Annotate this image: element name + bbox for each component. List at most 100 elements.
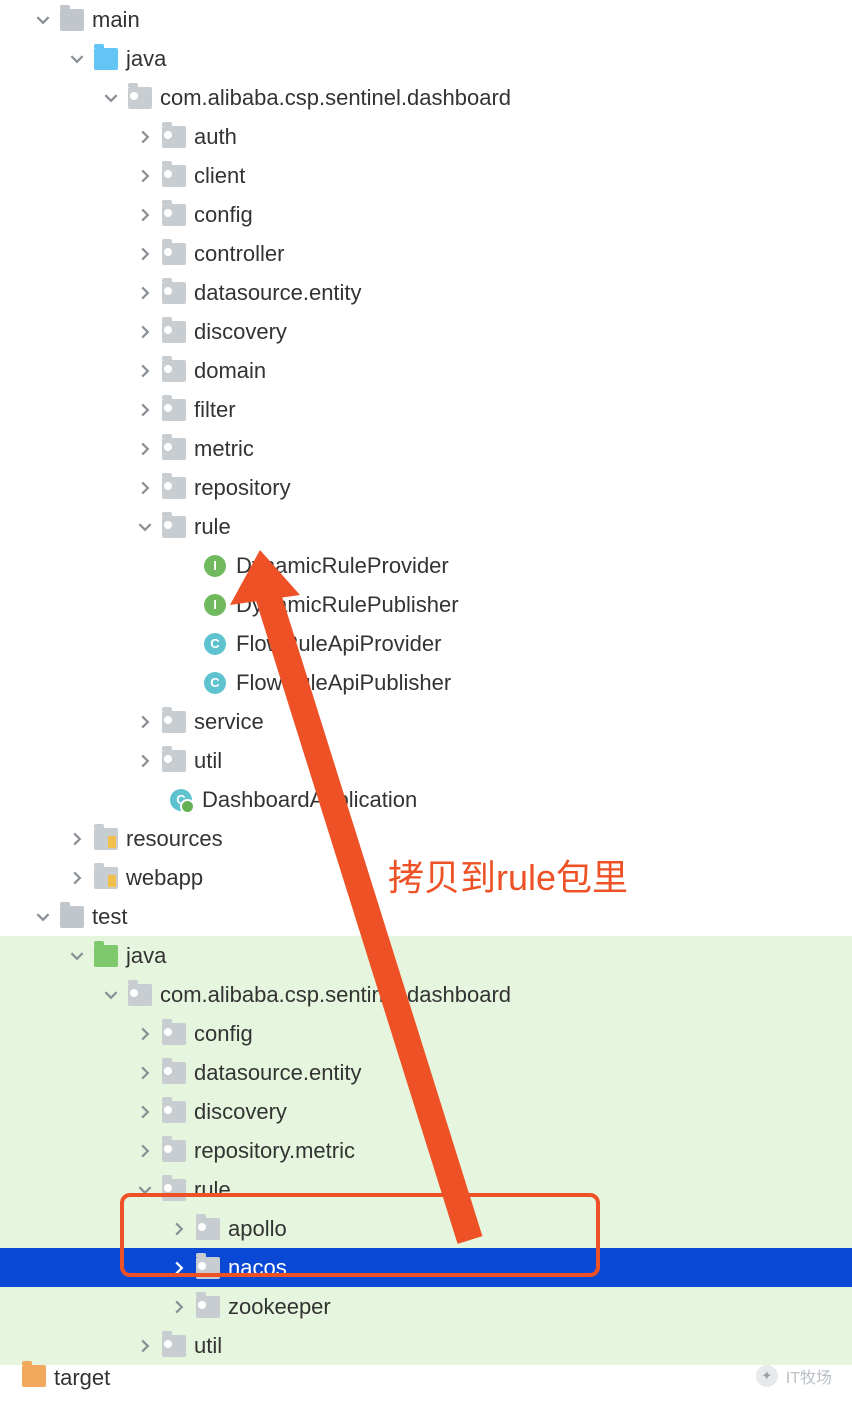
tree-label: FlowRuleApiPublisher: [236, 670, 451, 696]
chevron-right-icon: [68, 869, 86, 887]
tree-item-test-config[interactable]: config: [0, 1014, 852, 1053]
tree-item-test[interactable]: test: [0, 897, 852, 936]
tree-label: com.alibaba.csp.sentinel.dashboard: [160, 85, 511, 111]
chevron-down-icon: [34, 908, 52, 926]
tree-label: filter: [194, 397, 236, 423]
tree-label: domain: [194, 358, 266, 384]
target-folder-icon: [22, 1365, 46, 1387]
tree-item-test-dashboard[interactable]: com.alibaba.csp.sentinel.dashboard: [0, 975, 852, 1014]
tree-label: DynamicRuleProvider: [236, 553, 449, 579]
tree-label: discovery: [194, 319, 287, 345]
project-tree[interactable]: main java com.alibaba.csp.sentinel.dashb…: [0, 0, 852, 1395]
chevron-right-icon: [136, 479, 154, 497]
package-icon: [162, 711, 186, 733]
tree-item-test-datasource-entity[interactable]: datasource.entity: [0, 1053, 852, 1092]
tree-label: config: [194, 202, 253, 228]
package-icon: [162, 360, 186, 382]
chevron-right-icon: [170, 1259, 188, 1277]
tree-label: rule: [194, 1177, 231, 1203]
tree-item-nacos-selected[interactable]: nacos: [0, 1248, 852, 1287]
test-source-folder-icon: [94, 945, 118, 967]
tree-label: apollo: [228, 1216, 287, 1242]
tree-item-domain[interactable]: domain: [0, 351, 852, 390]
package-icon: [162, 204, 186, 226]
chevron-right-icon: [136, 167, 154, 185]
tree-item-config[interactable]: config: [0, 195, 852, 234]
source-folder-icon: [94, 48, 118, 70]
chevron-right-icon: [136, 752, 154, 770]
chevron-down-icon: [136, 1181, 154, 1199]
chevron-right-icon: [136, 1337, 154, 1355]
tree-label: util: [194, 748, 222, 774]
package-icon: [196, 1257, 220, 1279]
tree-item-test-discovery[interactable]: discovery: [0, 1092, 852, 1131]
tree-item-rule[interactable]: rule: [0, 507, 852, 546]
chevron-right-icon: [136, 440, 154, 458]
tree-item-test-util[interactable]: util: [0, 1326, 852, 1365]
tree-item-zookeeper[interactable]: zookeeper: [0, 1287, 852, 1326]
interface-icon: I: [204, 555, 226, 577]
package-icon: [162, 321, 186, 343]
tree-item-service[interactable]: service: [0, 702, 852, 741]
annotation-text: 拷贝到rule包里: [388, 849, 628, 901]
chevron-down-icon: [102, 986, 120, 1004]
tree-item-auth[interactable]: auth: [0, 117, 852, 156]
chevron-right-icon: [136, 1025, 154, 1043]
chevron-down-icon: [136, 518, 154, 536]
tree-item-java[interactable]: java: [0, 39, 852, 78]
tree-item-dashboard[interactable]: com.alibaba.csp.sentinel.dashboard: [0, 78, 852, 117]
tree-item-filter[interactable]: filter: [0, 390, 852, 429]
tree-item-flowruleapiprovider[interactable]: C FlowRuleApiProvider: [0, 624, 852, 663]
tree-item-test-repository-metric[interactable]: repository.metric: [0, 1131, 852, 1170]
chevron-right-icon: [136, 1142, 154, 1160]
tree-label: datasource.entity: [194, 280, 362, 306]
tree-item-test-java[interactable]: java: [0, 936, 852, 975]
tree-label: resources: [126, 826, 223, 852]
package-icon: [128, 984, 152, 1006]
watermark: ✦ IT牧场: [756, 1364, 832, 1388]
chevron-right-icon: [136, 284, 154, 302]
tree-item-controller[interactable]: controller: [0, 234, 852, 273]
package-icon: [128, 87, 152, 109]
tree-item-dynamicrulepublisher[interactable]: I DynamicRulePublisher: [0, 585, 852, 624]
package-icon: [162, 477, 186, 499]
tree-label: client: [194, 163, 245, 189]
tree-item-test-rule[interactable]: rule: [0, 1170, 852, 1209]
tree-item-dashboardapplication[interactable]: C DashboardApplication: [0, 780, 852, 819]
folder-icon: [60, 9, 84, 31]
tree-item-main[interactable]: main: [0, 0, 852, 39]
tree-item-metric[interactable]: metric: [0, 429, 852, 468]
package-icon: [162, 1101, 186, 1123]
chevron-right-icon: [136, 713, 154, 731]
tree-label: config: [194, 1021, 253, 1047]
tree-label: util: [194, 1333, 222, 1359]
tree-label: webapp: [126, 865, 203, 891]
tree-label: repository.metric: [194, 1138, 355, 1164]
package-icon: [162, 126, 186, 148]
package-icon: [162, 1023, 186, 1045]
tree-item-flowruleapipublisher[interactable]: C FlowRuleApiPublisher: [0, 663, 852, 702]
tree-label: datasource.entity: [194, 1060, 362, 1086]
tree-label: metric: [194, 436, 254, 462]
tree-item-datasource-entity[interactable]: datasource.entity: [0, 273, 852, 312]
package-icon: [162, 1062, 186, 1084]
tree-item-repository[interactable]: repository: [0, 468, 852, 507]
package-icon: [162, 516, 186, 538]
chevron-right-icon: [136, 401, 154, 419]
chevron-right-icon: [136, 206, 154, 224]
chevron-right-icon: [136, 362, 154, 380]
tree-label: nacos: [228, 1255, 287, 1281]
chevron-right-icon: [136, 245, 154, 263]
chevron-down-icon: [102, 89, 120, 107]
tree-item-discovery[interactable]: discovery: [0, 312, 852, 351]
tree-item-apollo[interactable]: apollo: [0, 1209, 852, 1248]
tree-item-target[interactable]: target: [0, 1365, 852, 1395]
tree-item-util[interactable]: util: [0, 741, 852, 780]
chevron-down-icon: [68, 947, 86, 965]
folder-icon: [60, 906, 84, 928]
tree-label: zookeeper: [228, 1294, 331, 1320]
tree-item-dynamicruleprovider[interactable]: I DynamicRuleProvider: [0, 546, 852, 585]
class-icon: C: [204, 672, 226, 694]
tree-item-client[interactable]: client: [0, 156, 852, 195]
chevron-down-icon: [68, 50, 86, 68]
